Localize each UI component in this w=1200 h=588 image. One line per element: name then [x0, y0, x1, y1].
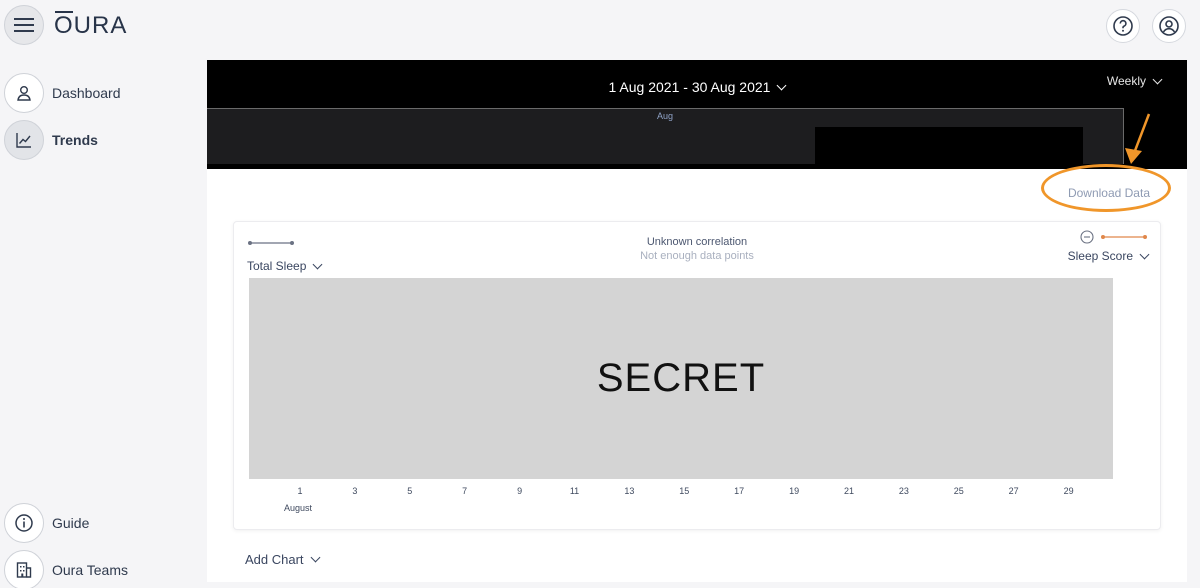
chevron-down-icon [1152, 74, 1163, 84]
series-line-icon [1101, 235, 1147, 239]
user-icon [4, 73, 44, 113]
right-series-selector[interactable]: Sleep Score [1067, 249, 1150, 263]
trend-chart-icon [4, 120, 44, 160]
add-chart-label: Add Chart [245, 552, 304, 567]
profile-button[interactable] [1152, 9, 1186, 43]
question-circle-icon [1113, 16, 1133, 36]
user-circle-icon [1159, 16, 1179, 36]
oura-logo[interactable]: OURA [54, 12, 127, 40]
period-selector[interactable]: Weekly [1106, 74, 1163, 88]
sidebar-item-label: Trends [52, 132, 98, 148]
sidebar-item-label: Dashboard [52, 85, 121, 101]
add-chart-button[interactable]: Add Chart [245, 552, 320, 567]
annotation-arrow-icon [1125, 113, 1151, 164]
x-tick-label: 11 [569, 486, 580, 496]
navigator-month-label: Aug [656, 111, 673, 121]
sidebar-item-dashboard[interactable]: Dashboard [4, 73, 121, 113]
redacted-block [815, 127, 1083, 165]
redaction-label: SECRET [596, 356, 766, 400]
annotation-ellipse [1041, 164, 1171, 212]
chevron-down-icon [777, 80, 787, 90]
x-tick-label: 1 [297, 486, 303, 496]
date-range-label: 1 Aug 2021 - 30 Aug 2021 [608, 79, 771, 95]
help-button[interactable] [1106, 9, 1140, 43]
x-tick-label: 21 [843, 486, 854, 496]
x-tick-label: 19 [789, 486, 800, 496]
sidebar-item-label: Guide [52, 515, 90, 531]
trends-panel: 1 Aug 2021 - 30 Aug 2021 Weekly Aug Down… [207, 60, 1187, 582]
x-tick-label: 3 [352, 486, 358, 496]
correlation-chart-card: Total Sleep Unknown correlation Not enou… [233, 221, 1161, 530]
correlation-title: Unknown correlation [646, 236, 748, 248]
chevron-down-icon [1139, 249, 1150, 259]
date-range-selector[interactable]: 1 Aug 2021 - 30 Aug 2021 [207, 79, 1187, 95]
x-tick-label: 15 [679, 486, 690, 496]
x-tick-label: 5 [407, 486, 413, 496]
x-tick-label: 17 [734, 486, 745, 496]
info-icon [4, 503, 44, 543]
sidebar-item-trends[interactable]: Trends [4, 120, 98, 160]
x-tick-label: 25 [953, 486, 964, 496]
right-series-legend: Sleep Score [1067, 230, 1150, 263]
x-tick-label: 27 [1008, 486, 1019, 496]
hamburger-icon [14, 18, 34, 32]
sidebar-item-guide[interactable]: Guide [4, 503, 89, 543]
sidebar-item-label: Oura Teams [52, 562, 128, 578]
date-range-bar: 1 Aug 2021 - 30 Aug 2021 Weekly Aug [207, 60, 1187, 169]
range-navigator[interactable]: Aug [207, 108, 1124, 165]
correlation-subtitle: Not enough data points [640, 250, 754, 262]
sidebar-item-oura-teams[interactable]: Oura Teams [4, 550, 128, 588]
correlation-info: Unknown correlation Not enough data poin… [234, 236, 1160, 262]
chevron-down-icon [310, 552, 320, 563]
building-icon [4, 550, 44, 588]
x-tick-label: 29 [1063, 486, 1074, 496]
x-tick-label: 9 [517, 486, 523, 496]
remove-series-icon[interactable] [1080, 230, 1094, 244]
x-axis-month-label: August [284, 503, 313, 513]
menu-button[interactable] [4, 5, 44, 45]
x-tick-label: 13 [624, 486, 635, 496]
redaction-overlay: SECRET [249, 278, 1113, 479]
x-tick-label: 23 [898, 486, 909, 496]
right-series-label: Sleep Score [1067, 249, 1133, 263]
period-label: Weekly [1106, 74, 1146, 88]
x-tick-label: 7 [462, 486, 468, 496]
